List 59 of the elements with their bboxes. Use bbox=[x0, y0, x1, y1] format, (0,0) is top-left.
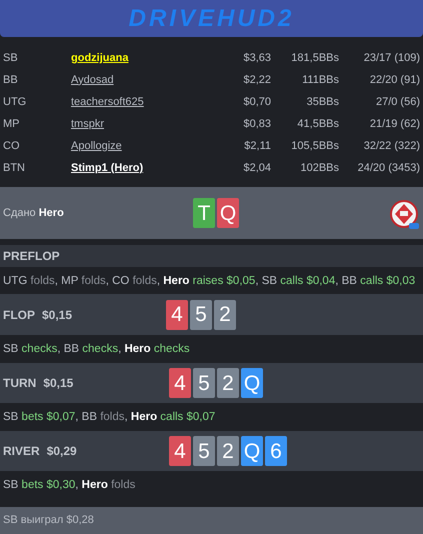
pot-amount: $0,15 bbox=[43, 375, 74, 392]
player-stats: 22/20 (91) bbox=[368, 72, 420, 88]
playing-card: Q bbox=[241, 368, 263, 398]
position-label: MP bbox=[3, 116, 20, 132]
playing-card: Q bbox=[217, 198, 239, 228]
big-blinds: 181,5BBs bbox=[290, 50, 339, 66]
logo: DRIVEHUD2 bbox=[128, 6, 294, 30]
player-name-link[interactable]: Stimp1 (Hero) bbox=[71, 160, 221, 176]
big-blinds: 102BBs bbox=[299, 160, 339, 176]
big-blinds: 35BBs bbox=[306, 94, 339, 110]
playing-card: 4 bbox=[169, 436, 191, 466]
player-stats: 32/22 (322) bbox=[362, 138, 420, 154]
playing-card: 4 bbox=[169, 368, 191, 398]
big-blinds: 111BBs bbox=[301, 72, 339, 88]
street-name: PREFLOP bbox=[3, 248, 60, 265]
position-label: BB bbox=[3, 72, 19, 88]
big-blinds: 105,5BBs bbox=[290, 138, 339, 154]
stack-amount: $2,22 bbox=[242, 72, 271, 88]
playing-card: 5 bbox=[193, 368, 215, 398]
action-line: SB bets $0,30, Hero folds bbox=[3, 478, 136, 493]
playing-card: 2 bbox=[217, 436, 239, 466]
app-logo-icon bbox=[389, 199, 421, 231]
position-label: CO bbox=[3, 138, 20, 154]
pot-amount: $0,15 bbox=[42, 306, 72, 324]
playing-card: 5 bbox=[190, 300, 212, 330]
player-name-link[interactable]: tmspkr bbox=[71, 116, 221, 132]
action-line: SB checks, BB checks, Hero checks bbox=[3, 342, 190, 357]
player-stats: 23/17 (109) bbox=[362, 50, 420, 66]
player-stats: 24/20 (3453) bbox=[356, 160, 420, 176]
position-label: SB bbox=[3, 50, 19, 66]
player-stats: 21/19 (62) bbox=[368, 116, 420, 132]
action-line: UTG folds, MP folds, CO folds, Hero raises $0,05, SB calls $0,04, BB calls $0,03 bbox=[3, 274, 416, 289]
dealt-label: Сдано Hero bbox=[3, 206, 65, 221]
result-text: SB выиграл $0,28 bbox=[3, 513, 94, 528]
player-name-link[interactable]: godzijuana bbox=[71, 50, 221, 66]
player-name-link[interactable]: teachersoft625 bbox=[71, 94, 221, 110]
big-blinds: 41,5BBs bbox=[296, 116, 339, 132]
player-name-link[interactable]: Apollogize bbox=[71, 138, 221, 154]
stack-amount: $2,11 bbox=[243, 138, 271, 154]
street-name: TURN bbox=[3, 375, 36, 392]
playing-card: 6 bbox=[265, 436, 287, 466]
playing-card: T bbox=[193, 198, 215, 228]
playing-card: 5 bbox=[193, 436, 215, 466]
stack-amount: $2,04 bbox=[242, 160, 271, 176]
stack-amount: $0,70 bbox=[242, 94, 271, 110]
player-stats: 27/0 (56) bbox=[374, 94, 420, 110]
playing-card: 4 bbox=[166, 300, 188, 330]
playing-card: 2 bbox=[214, 300, 236, 330]
playing-card: Q bbox=[241, 436, 263, 466]
position-label: UTG bbox=[3, 94, 28, 110]
playing-card: 2 bbox=[217, 368, 239, 398]
position-label: BTN bbox=[3, 160, 26, 176]
pot-amount: $0,29 bbox=[46, 443, 77, 460]
player-name-link[interactable]: Aydosad bbox=[71, 72, 221, 88]
action-line: SB bets $0,07, BB folds, Hero calls $0,07 bbox=[3, 410, 216, 425]
stack-amount: $3,63 bbox=[242, 50, 271, 66]
street-name: FLOP bbox=[3, 306, 35, 324]
stack-amount: $0,83 bbox=[242, 116, 271, 132]
street-name: RIVER bbox=[3, 443, 40, 460]
